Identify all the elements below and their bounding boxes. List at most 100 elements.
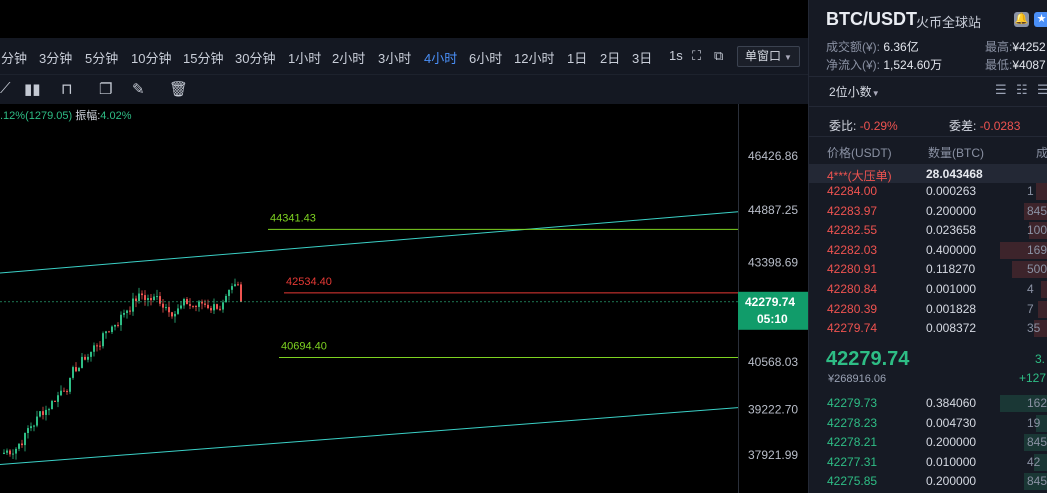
tf-2d[interactable]: 2日: [600, 48, 620, 67]
price-axis-label: 37921.99: [748, 448, 798, 462]
tf-15min[interactable]: 15分钟: [183, 48, 223, 67]
candlestick-chart[interactable]: 44341.43 42534.40 40694.40 46426.86 44887.2…: [0, 104, 808, 493]
high-value: ¥4252: [1012, 40, 1046, 54]
depth-both-icon[interactable]: ☰: [995, 82, 1007, 98]
bid-qty: 0.384060: [926, 396, 977, 410]
bid-price: 42275.85: [827, 474, 878, 489]
tf-3d[interactable]: 3日: [632, 48, 652, 67]
price-axis-label: 44887.25: [748, 203, 798, 217]
edit-icon[interactable]: ✎: [132, 80, 145, 98]
wall-qty: 28.043468: [926, 167, 983, 181]
candle-body: [150, 298, 152, 301]
candle-body: [90, 351, 92, 357]
ask-row[interactable]: 42283.97 0.200000 845: [809, 202, 1047, 221]
window-mode-label: 单窗口: [745, 49, 782, 63]
ask-total: 100: [1027, 223, 1047, 238]
candle-body: [156, 296, 158, 298]
bid-price: 42278.21: [827, 435, 878, 450]
tf-3h[interactable]: 3小时: [378, 48, 411, 67]
tf-10min[interactable]: 10分钟: [131, 48, 171, 67]
tf-1s[interactable]: 1s: [669, 48, 683, 63]
ask-price: 42284.00: [827, 184, 878, 198]
decimals-label: 2位小数: [829, 85, 872, 99]
lock-icon[interactable]: ⊓: [61, 80, 73, 98]
bid-row[interactable]: 42279.73 0.384060 1623: [809, 394, 1047, 413]
decimals-select[interactable]: 2位小数▼: [829, 83, 880, 100]
candle-body: [99, 345, 101, 347]
candle-body: [48, 409, 50, 411]
bid-total: 845: [1027, 435, 1047, 450]
netflow-label: 净流入(¥):: [826, 58, 881, 72]
candle-body: [39, 411, 41, 417]
candlestick-icon[interactable]: ▮▮: [24, 80, 41, 98]
candle-body: [96, 345, 98, 347]
depth-bids-icon[interactable]: ☰: [1037, 82, 1047, 98]
ask-row[interactable]: 42280.84 0.001000 4: [809, 280, 1047, 299]
tf-1min[interactable]: 分钟: [1, 48, 27, 67]
candle-body: [18, 443, 20, 449]
bid-total: 845: [1027, 474, 1047, 489]
candle-body: [84, 356, 86, 360]
candle-body: [144, 295, 146, 300]
depth-asks-icon[interactable]: ☷: [1016, 82, 1028, 98]
ask-row[interactable]: 42282.03 0.400000 1691: [809, 241, 1047, 260]
candle-body: [192, 305, 194, 307]
ask-row[interactable]: 42282.55 0.023658 100: [809, 221, 1047, 240]
ask-row[interactable]: 42279.74 0.008372 35: [809, 319, 1047, 338]
bid-ratio-value: -0.29%: [859, 119, 898, 133]
ask-row[interactable]: 42284.00 0.000263 1: [809, 182, 1047, 201]
price-axis-label: 39222.70: [748, 402, 798, 416]
price-axis-label: 43398.69: [748, 255, 798, 269]
bid-row[interactable]: 42277.31 0.010000 42: [809, 453, 1047, 472]
candle-body: [186, 299, 188, 305]
tf-6h[interactable]: 6小时: [469, 48, 502, 67]
tf-1h[interactable]: 1小时: [288, 48, 321, 67]
fullscreen-icon[interactable]: ⛶: [692, 48, 701, 64]
tf-3min[interactable]: 3分钟: [39, 48, 72, 67]
ask-qty: 0.001828: [926, 301, 977, 316]
bid-row[interactable]: 42278.23 0.004730 19: [809, 414, 1047, 433]
netflow-stat: 净流入(¥): 1,524.60万: [826, 56, 942, 73]
tf-5min[interactable]: 5分钟: [85, 48, 118, 67]
star-icon[interactable]: ★: [1034, 12, 1047, 27]
bell-icon[interactable]: 🔔: [1014, 12, 1029, 27]
tf-4h[interactable]: 4小时: [424, 48, 457, 67]
candle-body: [240, 284, 242, 302]
volume-label: 成交额(¥):: [826, 40, 881, 54]
tf-12h[interactable]: 12小时: [514, 48, 554, 67]
copy-icon[interactable]: ❐: [99, 80, 112, 98]
chevron-down-icon: ▼: [871, 89, 880, 98]
bid-row[interactable]: 42278.21 0.200000 845: [809, 433, 1047, 452]
screenshot-icon[interactable]: ⧉: [714, 48, 723, 64]
trash-icon[interactable]: 🗑: [169, 80, 188, 98]
depth-bar: [1041, 281, 1047, 298]
large-sell-order[interactable]: 4***(大压单) 28.043468: [809, 164, 1047, 183]
low-value: ¥4087: [1012, 58, 1046, 72]
current-price-value: 42279.74: [745, 295, 795, 309]
tf-30min[interactable]: 30分钟: [235, 48, 275, 67]
bid-row[interactable]: 42275.85 0.200000 845: [809, 472, 1047, 491]
ask-row[interactable]: 42280.39 0.001828 7: [809, 300, 1047, 319]
ask-qty: 0.000263: [926, 184, 977, 198]
depth-bar: [1038, 300, 1047, 318]
candle-body: [15, 448, 17, 454]
tf-1d[interactable]: 1日: [567, 48, 587, 67]
orderbook-header: 价格(USDT) 数量(BTC) 成: [809, 144, 1047, 160]
candle-body: [165, 307, 167, 309]
window-mode-select[interactable]: 单窗口 ▼: [737, 46, 800, 67]
channel-lower-line: [0, 407, 739, 466]
header-price: 价格(USDT): [827, 146, 892, 160]
tf-2h[interactable]: 2小时: [332, 48, 365, 67]
candle-body: [132, 298, 134, 312]
chart-pane: 分钟 3分钟 5分钟 10分钟 15分钟 30分钟 1小时 2小时 3小时 4小…: [0, 0, 808, 493]
bid-price: 42278.23: [827, 415, 878, 430]
candle-body: [234, 284, 236, 287]
candle-body: [72, 367, 74, 378]
high-label: 最高:: [985, 40, 1013, 54]
candle-body: [3, 452, 5, 455]
candle-body: [111, 326, 113, 333]
brush-icon[interactable]: ⟋: [0, 80, 11, 97]
candle-body: [138, 293, 140, 302]
ask-row[interactable]: 42280.91 0.118270 500: [809, 260, 1047, 279]
candle-body: [147, 298, 149, 300]
